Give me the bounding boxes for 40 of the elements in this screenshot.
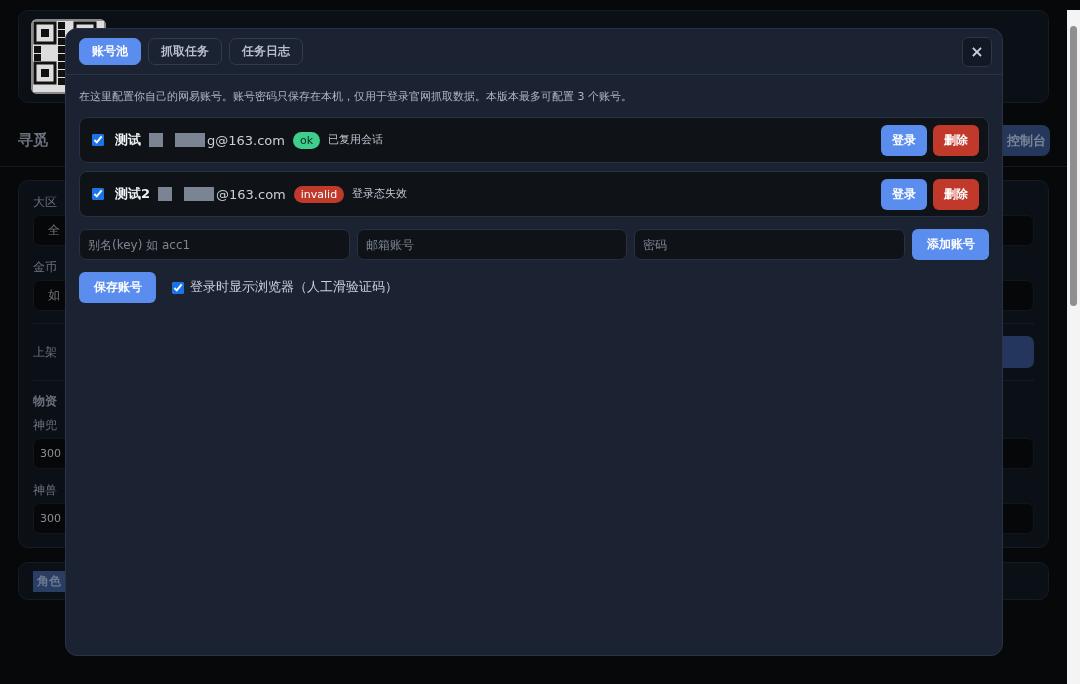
field-label: 神兜 [33,418,57,432]
delete-button[interactable]: 删除 [933,124,979,156]
account-name: 测试2 [115,185,151,203]
email-field[interactable]: 邮箱账号 [356,229,628,260]
tab[interactable]: 任务日志 [229,38,303,65]
tab[interactable]: 抓取任务 [148,38,222,65]
tab[interactable]: 账号池 [79,38,141,65]
account-checkbox[interactable] [92,134,104,146]
login-button[interactable]: 登录 [881,178,927,210]
field-label: 金币 [33,260,57,274]
section-title: 物资 [33,393,57,410]
intro-text: 在这里配置你自己的网易账号。账号密码只保存在本机，仅用于登录官网抓取数据。本版本最多可配置 3 个账号。 [79,89,632,105]
close-button[interactable]: × [962,36,992,67]
account-name: 测试 [115,131,141,149]
password-field[interactable]: 密码 [634,229,905,260]
show-browser-option[interactable]: 登录时显示浏览器（人工滑验证码） [172,279,398,296]
field-label: 大区 [33,195,57,209]
redaction-mark [184,187,215,201]
redaction-mark [149,133,163,147]
login-button[interactable]: 登录 [881,124,927,156]
alias-field[interactable]: 别名(key) 如 acc1 [79,229,350,260]
account-email: g@163.com [207,132,285,148]
status-note: 已复用会话 [328,133,384,147]
redaction-mark [158,187,173,201]
delete-button[interactable]: 删除 [933,178,979,210]
console-button[interactable]: 控制台 [1003,125,1050,156]
checkbox[interactable] [172,281,184,294]
field-label: 神兽 [33,483,57,497]
role-tag: 角色 [33,570,65,592]
page-heading: 寻觅 [18,131,48,150]
status-badge: ok [292,131,321,149]
status-badge: invalid [293,185,345,203]
account-checkbox[interactable] [92,188,104,200]
account-email: @163.com [216,186,286,202]
add-account-button[interactable]: 添加账号 [912,229,989,260]
field-label: 上架 [33,345,57,359]
redaction-mark [175,133,205,147]
status-note: 登录态失效 [352,187,408,201]
scrollbar[interactable] [1067,10,1080,684]
save-button[interactable]: 保存账号 [79,272,156,303]
